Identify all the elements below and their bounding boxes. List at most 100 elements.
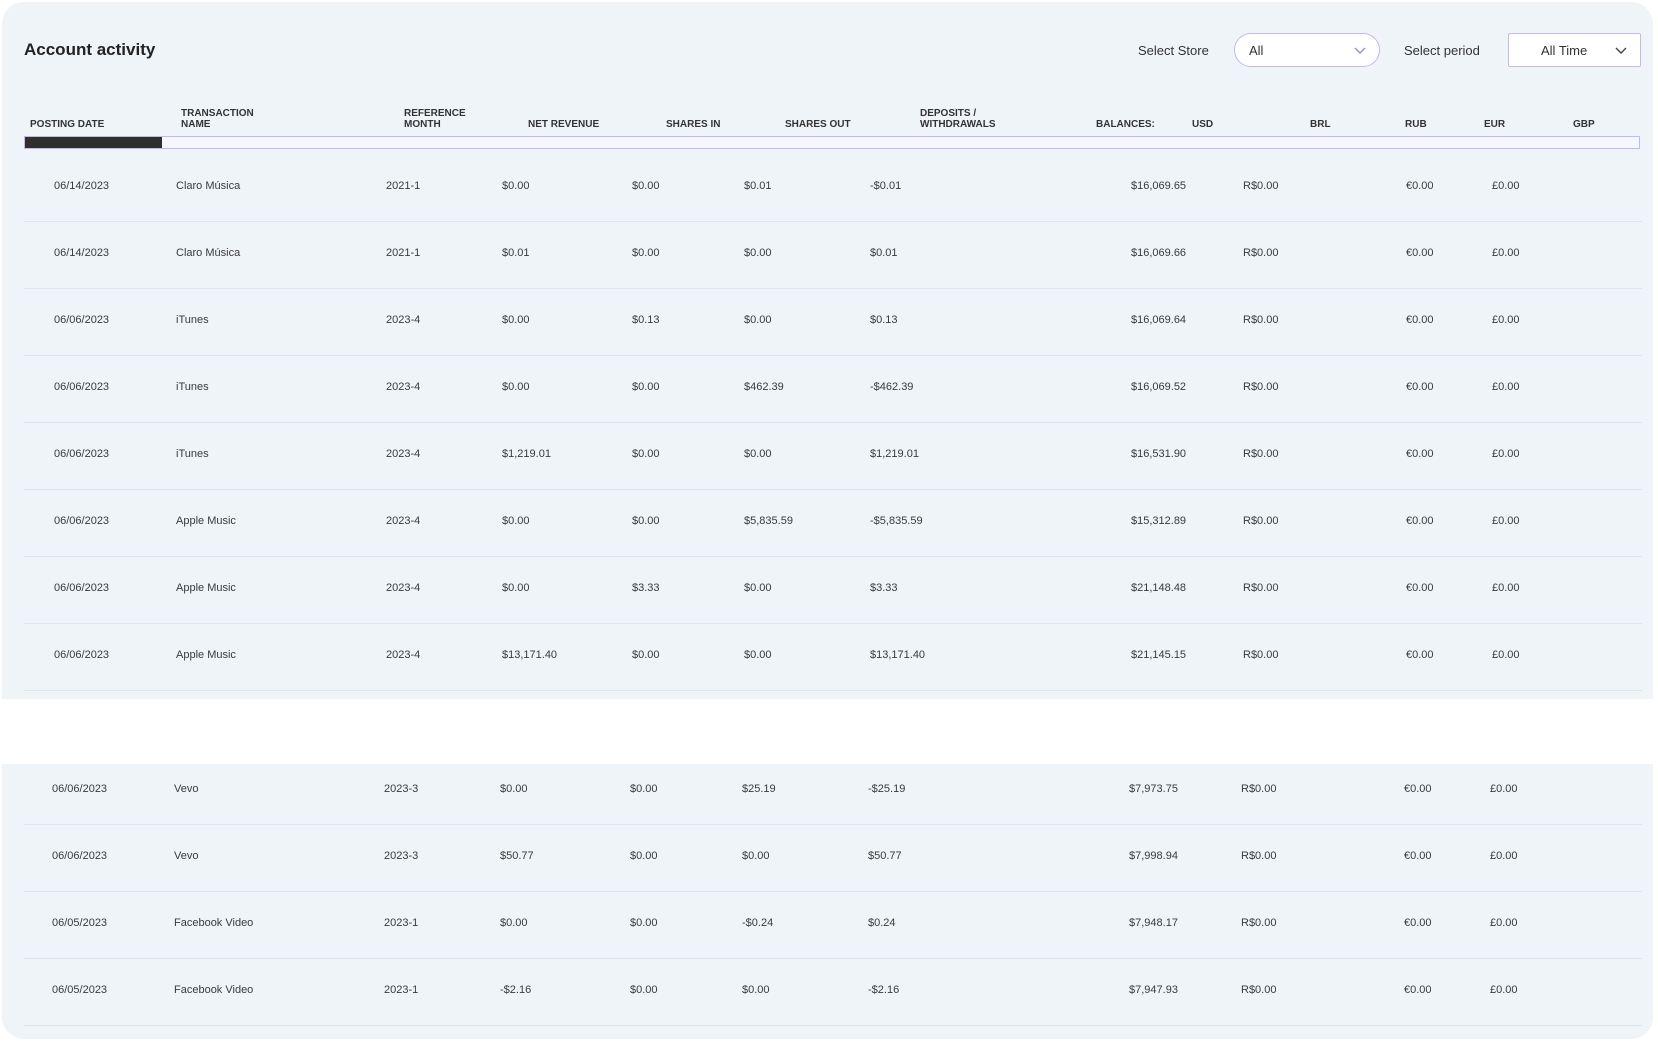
cell-usd: $16,069.66 xyxy=(1131,247,1187,259)
column-header-brl: BRL xyxy=(1310,119,1331,130)
column-header-line2: WITHDRAWALS xyxy=(920,119,996,130)
cell-reference-month: 2021-1 xyxy=(386,180,421,192)
cell-posting-date: 06/05/2023 xyxy=(52,917,108,929)
table-row[interactable]: 06/06/2023 Vevo 2023-3 $50.77 $0.00 $0.00 $50.… xyxy=(24,824,1642,892)
table-row[interactable]: 06/06/2023 Apple Music 2023-4 $0.00 $0.00 $5,… xyxy=(24,489,1642,557)
table-row[interactable]: 06/14/2023 Claro Música 2021-1 $0.01 $0.00 $0… xyxy=(24,221,1642,289)
cell-shares-out: -$0.24 xyxy=(742,917,774,929)
cell-net-revenue: $50.77 xyxy=(500,850,534,862)
cell-eur: €0.00 xyxy=(1406,582,1434,594)
table-row[interactable]: 06/05/2023 Facebook Video 2023-1 $0.00 $0.00… xyxy=(24,891,1642,959)
cell-brl: R$0.00 xyxy=(1243,649,1279,661)
chevron-down-icon xyxy=(1354,47,1366,54)
table-row[interactable]: 06/06/2023 iTunes 2023-4 $0.00 $0.13 $0.00 $0.… xyxy=(24,288,1642,356)
cell-shares-out: $0.00 xyxy=(742,850,770,862)
table-row[interactable]: 06/05/2023 Facebook Video 2023-1 -$2.16 $0.0… xyxy=(24,958,1642,1026)
cell-net-revenue: $0.00 xyxy=(502,515,530,527)
cell-posting-date: 06/05/2023 xyxy=(52,984,108,996)
scrollbar-thumb[interactable] xyxy=(25,137,162,148)
store-select[interactable]: All xyxy=(1234,33,1380,67)
cell-usd: $15,312.89 xyxy=(1131,515,1187,527)
cell-net-revenue: $0.00 xyxy=(502,582,530,594)
table-row[interactable]: 06/06/2023 Vevo 2023-3 $0.00 $0.00 $25.19 -$25… xyxy=(24,757,1642,825)
cell-posting-date: 06/06/2023 xyxy=(54,649,110,661)
cell-shares-out: $0.00 xyxy=(744,448,772,460)
cell-transaction-name: iTunes xyxy=(176,381,209,393)
table-row[interactable]: 06/06/2023 iTunes 2023-4 $0.00 $0.00 $462.39 -… xyxy=(24,355,1642,423)
cell-gbp: £0.00 xyxy=(1490,783,1518,795)
column-header-gbp: GBP xyxy=(1573,119,1595,130)
cell-deposits-withdrawals: $13,171.40 xyxy=(870,649,926,661)
cell-eur: €0.00 xyxy=(1406,515,1434,527)
cell-shares-in: $0.00 xyxy=(630,917,658,929)
column-header-net-revenue: NET REVENUE xyxy=(528,119,599,130)
cell-brl: R$0.00 xyxy=(1243,582,1279,594)
cell-brl: R$0.00 xyxy=(1241,783,1277,795)
cell-eur: €0.00 xyxy=(1406,381,1434,393)
cell-reference-month: 2023-4 xyxy=(386,381,421,393)
column-header-line2: BALANCES: xyxy=(1096,119,1155,130)
period-select[interactable]: All Time xyxy=(1508,33,1641,67)
cell-gbp: £0.00 xyxy=(1492,247,1520,259)
cell-shares-in: $0.00 xyxy=(632,515,660,527)
cell-reference-month: 2023-4 xyxy=(386,582,421,594)
column-header-line1: DEPOSITS / xyxy=(920,108,977,119)
cell-reference-month: 2023-3 xyxy=(384,850,419,862)
column-header-eur: EUR xyxy=(1484,119,1505,130)
cell-shares-out: $0.00 xyxy=(742,984,770,996)
column-header-usd: USD xyxy=(1192,119,1213,130)
cell-usd: $7,948.17 xyxy=(1129,917,1178,929)
table-row[interactable]: 06/14/2023 Claro Música 2021-1 $0.00 $0.00 $0… xyxy=(24,154,1642,222)
store-select-value: All xyxy=(1249,42,1264,58)
cell-shares-in: $0.00 xyxy=(632,649,660,661)
cell-gbp: £0.00 xyxy=(1492,448,1520,460)
cell-transaction-name: iTunes xyxy=(176,448,209,460)
cell-brl: R$0.00 xyxy=(1243,247,1279,259)
cell-brl: R$0.00 xyxy=(1241,984,1277,996)
column-header-rub: RUB xyxy=(1405,119,1427,130)
cell-reference-month: 2023-1 xyxy=(384,917,419,929)
column-header-balances: BALANCES: xyxy=(1096,119,1155,130)
cell-posting-date: 06/14/2023 xyxy=(54,180,110,192)
cell-shares-in: $0.00 xyxy=(632,247,660,259)
cell-net-revenue: $0.00 xyxy=(502,381,530,393)
horizontal-scrollbar[interactable] xyxy=(24,136,1640,149)
cell-net-revenue: $1,219.01 xyxy=(502,448,551,460)
cell-net-revenue: $0.01 xyxy=(502,247,530,259)
cell-shares-out: $5,835.59 xyxy=(744,515,793,527)
cell-brl: R$0.00 xyxy=(1241,917,1277,929)
blank-gap xyxy=(2,699,1653,764)
page-title: Account activity xyxy=(24,40,156,59)
cell-brl: R$0.00 xyxy=(1243,515,1279,527)
cell-reference-month: 2023-4 xyxy=(386,448,421,460)
column-header-line2: MONTH xyxy=(404,119,441,130)
cell-reference-month: 2023-1 xyxy=(384,984,419,996)
cell-posting-date: 06/06/2023 xyxy=(52,850,108,862)
column-header-line2: EUR xyxy=(1484,119,1506,130)
column-header-line2: GBP xyxy=(1573,119,1595,130)
table-row[interactable]: 06/06/2023 Apple Music 2023-4 $0.00 $3.33 $0.… xyxy=(24,556,1642,624)
cell-gbp: £0.00 xyxy=(1492,649,1520,661)
cell-eur: €0.00 xyxy=(1406,649,1434,661)
cell-eur: €0.00 xyxy=(1404,917,1432,929)
table-row[interactable]: 06/06/2023 Apple Music 2023-4 $13,171.40 $0.… xyxy=(24,623,1642,691)
column-header-line2: NET REVENUE xyxy=(528,119,600,130)
cell-net-revenue: $0.00 xyxy=(502,314,530,326)
cell-usd: $21,145.15 xyxy=(1131,649,1187,661)
column-header-line1: REFERENCE xyxy=(404,108,466,119)
cell-posting-date: 06/06/2023 xyxy=(54,448,110,460)
cell-shares-in: $0.00 xyxy=(632,448,660,460)
cell-deposits-withdrawals: $0.13 xyxy=(870,314,898,326)
cell-deposits-withdrawals: $0.24 xyxy=(868,917,896,929)
cell-gbp: £0.00 xyxy=(1490,850,1518,862)
cell-deposits-withdrawals: -$0.01 xyxy=(870,180,902,192)
store-label: Select Store xyxy=(1138,43,1209,58)
cell-posting-date: 06/06/2023 xyxy=(54,515,110,527)
cell-eur: €0.00 xyxy=(1404,783,1432,795)
cell-shares-out: $462.39 xyxy=(744,381,784,393)
cell-shares-in: $0.00 xyxy=(630,984,658,996)
cell-gbp: £0.00 xyxy=(1490,917,1518,929)
table-row[interactable]: 06/06/2023 iTunes 2023-4 $1,219.01 $0.00 $0.0… xyxy=(24,422,1642,490)
cell-transaction-name: Apple Music xyxy=(176,649,236,661)
cell-transaction-name: Claro Música xyxy=(176,180,241,192)
